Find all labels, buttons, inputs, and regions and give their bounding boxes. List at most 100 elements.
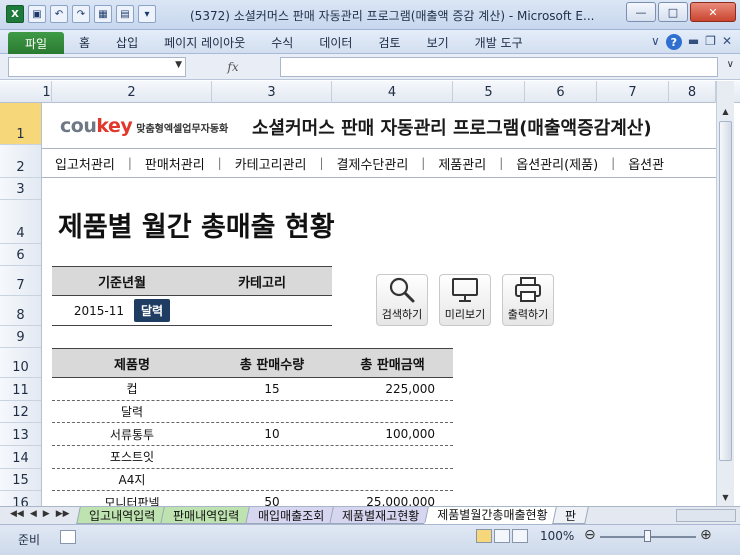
maximize-button[interactable]: □ bbox=[658, 2, 688, 22]
macro-record-icon[interactable] bbox=[60, 530, 76, 544]
cell-total-qty[interactable]: 15 bbox=[212, 378, 332, 400]
close-button[interactable]: ✕ bbox=[690, 2, 736, 22]
cell-total-amount[interactable] bbox=[332, 446, 453, 468]
formula-input[interactable] bbox=[280, 57, 718, 77]
zoom-in-icon[interactable]: ⊕ bbox=[700, 527, 712, 543]
customize-qat-icon[interactable]: ▾ bbox=[138, 5, 156, 23]
row-header-4[interactable]: 4 bbox=[0, 200, 41, 244]
minimize-button[interactable]: — bbox=[626, 2, 656, 22]
filter-month-cell[interactable]: 2015-11 달력 bbox=[52, 296, 192, 325]
cell-total-qty[interactable] bbox=[212, 401, 332, 423]
next-sheet-icon[interactable]: ▶ bbox=[43, 509, 50, 519]
doc-close-icon[interactable]: ✕ bbox=[722, 34, 732, 50]
row-header-15[interactable]: 15 bbox=[0, 469, 41, 492]
tab-developer[interactable]: 개발 도구 bbox=[462, 34, 536, 51]
cell-product-name[interactable]: 컵 bbox=[52, 378, 212, 400]
nav-payment-management[interactable]: 결제수단관리 bbox=[324, 154, 422, 173]
doc-minimize-icon[interactable]: ▬ bbox=[688, 34, 699, 50]
row-header-11[interactable]: 11 bbox=[0, 378, 41, 401]
nav-product-management[interactable]: 제품관리 bbox=[425, 154, 499, 173]
tab-view[interactable]: 보기 bbox=[414, 34, 462, 51]
row-header-16[interactable]: 16 bbox=[0, 492, 41, 506]
row-header-10[interactable]: 10 bbox=[0, 348, 41, 378]
sheet-tab-more[interactable]: 판 bbox=[552, 507, 590, 524]
row-header-9[interactable]: 9 bbox=[0, 326, 41, 348]
redo-icon[interactable]: ↷ bbox=[72, 5, 90, 23]
column-header-2[interactable]: 2 bbox=[52, 81, 212, 103]
row-header-2[interactable]: 2 bbox=[0, 145, 41, 178]
row-header-3[interactable]: 3 bbox=[0, 178, 41, 200]
first-sheet-icon[interactable]: ◀◀ bbox=[10, 509, 24, 519]
tab-formulas[interactable]: 수식 bbox=[258, 34, 306, 51]
cell-total-amount[interactable]: 225,000 bbox=[332, 378, 453, 400]
column-header-6[interactable]: 6 bbox=[525, 81, 597, 103]
last-sheet-icon[interactable]: ▶▶ bbox=[56, 509, 70, 519]
cell-total-qty[interactable] bbox=[212, 469, 332, 491]
page-break-view-icon[interactable] bbox=[512, 529, 528, 543]
column-header-5[interactable]: 5 bbox=[453, 81, 525, 103]
cell-total-amount[interactable] bbox=[332, 469, 453, 491]
excel-logo-icon[interactable]: X bbox=[6, 5, 24, 23]
table-row[interactable]: 컵 15 225,000 bbox=[52, 378, 453, 401]
cell-total-amount[interactable]: 100,000 bbox=[332, 423, 453, 445]
column-header-1[interactable]: 1 bbox=[42, 81, 52, 103]
name-box-dropdown-icon[interactable]: ▼ bbox=[175, 60, 182, 70]
sheet-tab-sales-input[interactable]: 판매내역입력 bbox=[160, 507, 253, 524]
sheet-tab-purchase-input[interactable]: 입고내역입력 bbox=[76, 507, 169, 524]
tab-home[interactable]: 홈 bbox=[66, 34, 103, 51]
zoom-out-icon[interactable]: ⊖ bbox=[584, 527, 596, 543]
cell-product-name[interactable]: 달력 bbox=[52, 401, 212, 423]
nav-category-management[interactable]: 카테고리관리 bbox=[222, 154, 320, 173]
vertical-scroll-thumb[interactable] bbox=[719, 121, 732, 461]
row-header-8[interactable]: 8 bbox=[0, 296, 41, 326]
row-header-1[interactable]: 1 bbox=[0, 103, 41, 145]
tab-insert[interactable]: 삽입 bbox=[103, 34, 151, 51]
scroll-up-icon[interactable]: ▲ bbox=[717, 103, 734, 119]
search-button[interactable]: 검색하기 bbox=[376, 274, 428, 326]
undo-icon[interactable]: ↶ bbox=[50, 5, 68, 23]
tab-data[interactable]: 데이터 bbox=[306, 34, 365, 51]
column-header-4[interactable]: 4 bbox=[332, 81, 453, 103]
nav-supplier-management[interactable]: 입고처관리 bbox=[42, 154, 128, 173]
prev-sheet-icon[interactable]: ◀ bbox=[30, 509, 37, 519]
row-header-13[interactable]: 13 bbox=[0, 423, 41, 447]
cell-total-qty[interactable]: 10 bbox=[212, 423, 332, 445]
filter-month-value[interactable]: 2015-11 bbox=[74, 304, 124, 318]
table-row[interactable]: A4지 bbox=[52, 469, 453, 492]
row-header-6[interactable]: 6 bbox=[0, 244, 41, 266]
table-row[interactable]: 포스트잇 bbox=[52, 446, 453, 469]
print-preview-icon[interactable]: ▤ bbox=[116, 5, 134, 23]
vertical-scrollbar[interactable]: ▲ ▼ bbox=[716, 81, 734, 506]
cell-total-amount[interactable] bbox=[332, 401, 453, 423]
zoom-slider-handle[interactable] bbox=[644, 530, 651, 542]
tab-review[interactable]: 검토 bbox=[365, 34, 413, 51]
help-icon[interactable]: ? bbox=[665, 34, 682, 50]
worksheet[interactable]: coukey 맞춤형엑셀업무자동화 소셜커머스 판매 자동관리 프로그램(매출액… bbox=[42, 103, 716, 506]
nav-option-management[interactable]: 옵션관 bbox=[615, 154, 677, 173]
scroll-down-icon[interactable]: ▼ bbox=[717, 489, 734, 505]
horizontal-scrollbar[interactable] bbox=[676, 509, 736, 522]
cell-total-qty[interactable]: 50 bbox=[212, 491, 332, 506]
nav-option-product-management[interactable]: 옵션관리(제품) bbox=[503, 154, 611, 173]
sheet-tab-monthly-sales-status[interactable]: 제품별월간총매출현황 bbox=[424, 507, 561, 524]
cell-product-name[interactable]: 모니터판넬 bbox=[52, 491, 212, 506]
print-button[interactable]: 출력하기 bbox=[502, 274, 554, 326]
nav-seller-management[interactable]: 판매처관리 bbox=[132, 154, 218, 173]
sheet-tab-purchase-sales-inquiry[interactable]: 매입매출조회 bbox=[244, 507, 337, 524]
sheet-tab-inventory-status[interactable]: 제품별재고현황 bbox=[328, 507, 432, 524]
table-row[interactable]: 서류통투 10 100,000 bbox=[52, 423, 453, 447]
column-header-7[interactable]: 7 bbox=[597, 81, 669, 103]
save-icon[interactable]: ▣ bbox=[28, 5, 46, 23]
row-header-14[interactable]: 14 bbox=[0, 446, 41, 469]
file-tab[interactable]: 파일 bbox=[8, 32, 64, 54]
form-icon[interactable]: ▦ bbox=[94, 5, 112, 23]
cell-product-name[interactable]: A4지 bbox=[52, 469, 212, 491]
doc-restore-icon[interactable]: ❐ bbox=[705, 34, 716, 50]
tab-page-layout[interactable]: 페이지 레이아웃 bbox=[151, 34, 258, 51]
page-layout-view-icon[interactable] bbox=[494, 529, 510, 543]
cell-product-name[interactable]: 서류통투 bbox=[52, 423, 212, 445]
column-header-3[interactable]: 3 bbox=[212, 81, 332, 103]
cell-total-qty[interactable] bbox=[212, 446, 332, 468]
formula-expand-icon[interactable]: ∨ bbox=[727, 59, 734, 70]
table-row[interactable]: 달력 bbox=[52, 401, 453, 424]
